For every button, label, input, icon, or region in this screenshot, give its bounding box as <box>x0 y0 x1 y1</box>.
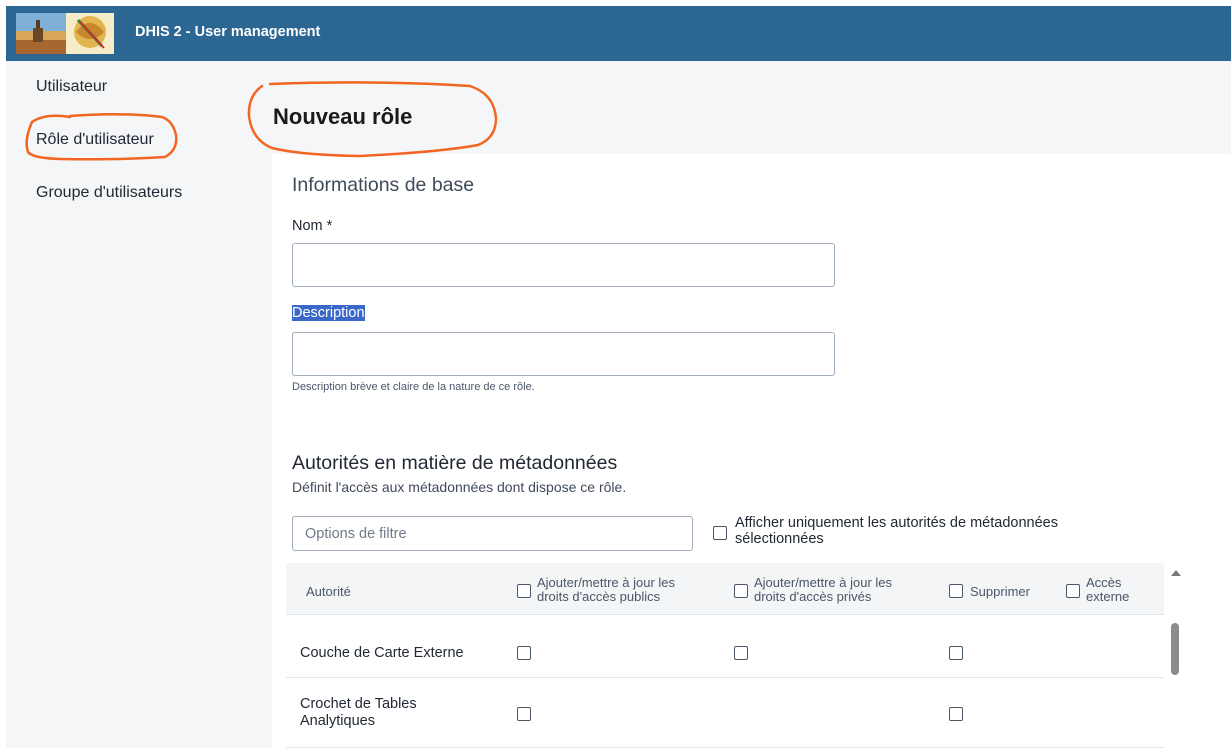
sidebar <box>6 61 254 748</box>
description-label: Description <box>292 305 365 321</box>
row-checkbox-private[interactable] <box>734 646 748 660</box>
row-checkbox-delete[interactable] <box>949 707 963 721</box>
column-checkbox-private[interactable] <box>734 584 748 598</box>
filter-input[interactable]: Options de filtre <box>292 516 693 551</box>
sidebar-item-groupe-utilisateurs[interactable]: Groupe d'utilisateurs <box>36 184 182 202</box>
show-selected-checkbox[interactable] <box>713 526 727 540</box>
column-checkbox-external[interactable] <box>1066 584 1080 598</box>
column-header-private: Ajouter/mettre à jour les droits d'accès… <box>754 575 893 604</box>
column-checkbox-public[interactable] <box>517 584 531 598</box>
scroll-up-arrow-icon[interactable] <box>1171 570 1181 576</box>
row-checkbox-public[interactable] <box>517 707 531 721</box>
column-header-external: Accès externe <box>1086 575 1130 604</box>
column-checkbox-delete[interactable] <box>949 584 963 598</box>
sidebar-item-role-utilisateur[interactable]: Rôle d'utilisateur <box>36 131 154 149</box>
description-input[interactable] <box>292 332 835 376</box>
row-checkbox-public[interactable] <box>517 646 531 660</box>
authority-name: Couche de Carte Externe <box>300 645 464 661</box>
table-row: Crochet de Tables Analytiques <box>286 679 1164 748</box>
header-bar: DHIS 2 - User management <box>6 6 1231 61</box>
name-label: Nom * <box>292 218 333 234</box>
column-header-authority: Autorité <box>306 584 351 599</box>
sidebar-item-utilisateur[interactable]: Utilisateur <box>36 78 107 96</box>
app-logo[interactable] <box>6 6 118 61</box>
filter-placeholder: Options de filtre <box>305 526 407 542</box>
table-row: Couche de Carte Externe <box>286 620 1164 678</box>
show-selected-label: Afficher uniquement les autorités de mét… <box>735 515 1058 547</box>
app-title: DHIS 2 - User management <box>135 24 321 40</box>
description-help-text: Description brève et claire de la nature… <box>292 381 535 393</box>
column-header-delete: Supprimer <box>970 584 1030 599</box>
metadata-subheading: Définit l'accès aux métadonnées dont dis… <box>292 479 627 495</box>
metadata-heading: Autorités en matière de métadonnées <box>292 452 618 474</box>
name-input[interactable] <box>292 243 835 287</box>
column-header-public: Ajouter/mettre à jour les droits d'accès… <box>537 575 676 604</box>
authority-name: Crochet de Tables Analytiques <box>300 696 417 729</box>
table-scrollbar[interactable] <box>1164 563 1188 748</box>
basic-info-heading: Informations de base <box>292 174 475 196</box>
scroll-thumb[interactable] <box>1171 623 1179 675</box>
page-title: Nouveau rôle <box>273 104 413 129</box>
row-checkbox-delete[interactable] <box>949 646 963 660</box>
table-header: Autorité Ajouter/mettre à jour les droit… <box>286 563 1164 615</box>
